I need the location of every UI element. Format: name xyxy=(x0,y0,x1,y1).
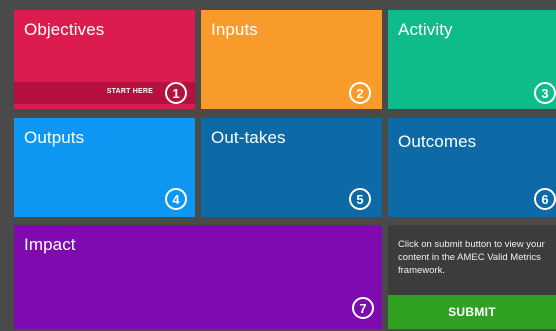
tile-inputs[interactable]: Inputs 2 xyxy=(201,10,382,109)
tile-outputs-label: Outputs xyxy=(24,128,85,147)
step-number-badge: 6 xyxy=(534,188,556,210)
tile-inputs-label: Inputs xyxy=(211,20,258,39)
tile-outputs[interactable]: Outputs 4 xyxy=(14,118,195,217)
step-number-badge: 3 xyxy=(534,82,556,104)
submit-button[interactable]: SUBMIT xyxy=(388,295,556,329)
submit-panel: Click on submit button to view your cont… xyxy=(388,225,556,329)
step-number-badge: 5 xyxy=(349,188,371,210)
tile-impact-label: Impact xyxy=(24,235,76,254)
tile-activity[interactable]: Activity 3 xyxy=(388,10,556,109)
tile-outcomes[interactable]: Outcomes 6 xyxy=(388,118,556,217)
step-number-badge: 4 xyxy=(165,188,187,210)
step-number-badge: 2 xyxy=(349,82,371,104)
tile-out-takes-label: Out-takes xyxy=(211,128,286,147)
tile-objectives[interactable]: Objectives START HERE 1 xyxy=(14,10,195,109)
step-number-badge: 1 xyxy=(165,82,187,104)
tile-impact[interactable]: Impact 7 xyxy=(14,225,382,329)
tile-out-takes[interactable]: Out-takes 5 xyxy=(201,118,382,217)
tile-objectives-label: Objectives xyxy=(24,20,105,39)
submit-instruction: Click on submit button to view your cont… xyxy=(398,239,545,276)
tile-outcomes-label: Outcomes xyxy=(398,132,477,151)
start-here-label: START HERE xyxy=(106,88,153,95)
step-number-badge: 7 xyxy=(352,297,374,319)
tile-activity-label: Activity xyxy=(398,20,453,39)
